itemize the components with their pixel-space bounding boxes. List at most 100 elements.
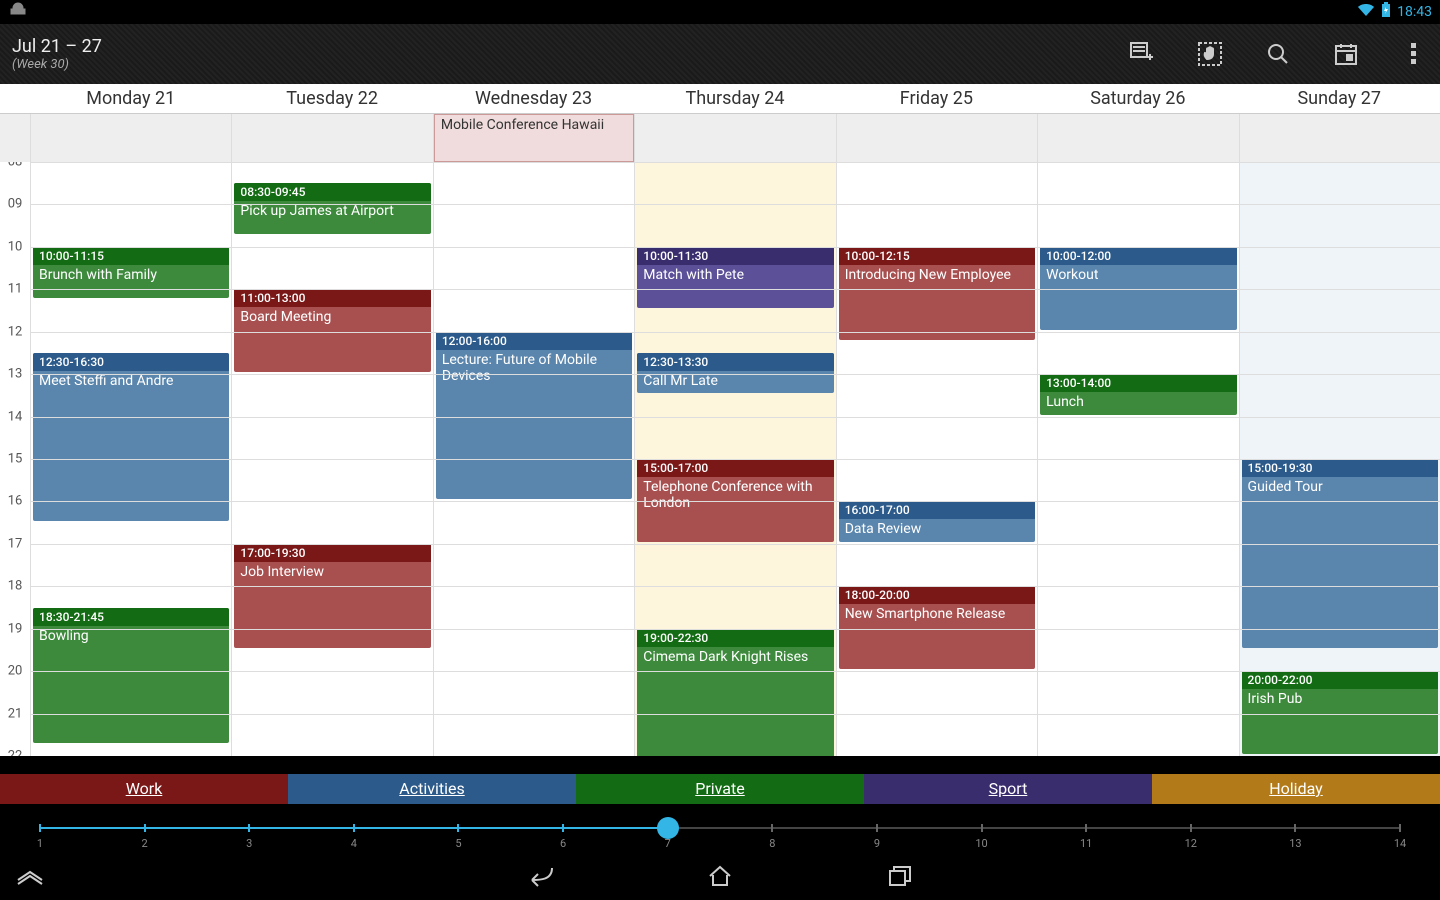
allday-cell[interactable] (231, 114, 432, 162)
category-private[interactable]: Private (576, 774, 864, 804)
hour-label: 10 (0, 239, 30, 254)
calendar-event[interactable]: 18:00-20:00New Smartphone Release (839, 586, 1035, 669)
event-title: Telephone Conference with London (643, 479, 827, 511)
day-header[interactable]: Thursday 24 (634, 84, 835, 113)
date-range-text: Jul 21 – 27 (12, 36, 102, 57)
home-button[interactable] (690, 852, 750, 900)
event-title: Data Review (845, 521, 1029, 537)
allday-cell[interactable] (634, 114, 835, 162)
calendar-event[interactable]: 10:00-11:30Match with Pete (637, 247, 833, 309)
slider-label: 9 (874, 837, 880, 850)
hour-label: 21 (0, 706, 30, 721)
allday-cell[interactable] (1037, 114, 1238, 162)
calendar-event[interactable]: 17:00-19:30 Job Interview (234, 544, 430, 648)
slider-label: 3 (246, 837, 252, 850)
allday-cell[interactable] (1239, 114, 1440, 162)
event-title: Meet Steffi and Andre (39, 373, 223, 389)
week-calendar: Monday 21Tuesday 22Wednesday 23Thursday … (0, 84, 1440, 756)
allday-event[interactable]: Mobile Conference Hawaii (434, 114, 634, 162)
event-time: 17:00-19:30 (234, 544, 430, 562)
android-robot-icon (8, 2, 28, 22)
event-time: 08:30-09:45 (234, 183, 430, 201)
calendar-event[interactable]: 12:00-16:00Lecture: Future of Mobile Dev… (436, 332, 632, 500)
calendar-event[interactable]: 10:00-12:15 Introducing New Employee (839, 247, 1035, 340)
day-headers-row: Monday 21Tuesday 22Wednesday 23Thursday … (0, 84, 1440, 114)
event-time: 15:00-17:00 (637, 459, 833, 477)
event-time: 10:00-12:15 (839, 247, 1035, 265)
event-time: 18:30-21:45 (33, 608, 229, 626)
slider-label: 10 (975, 837, 987, 850)
slider-label: 1 (37, 837, 43, 850)
calendar-event[interactable]: 08:30-09:45Pick up James at Airport (234, 183, 430, 234)
nav-drawer-icon[interactable] (0, 852, 60, 900)
overflow-menu-icon[interactable] (1400, 40, 1428, 68)
hour-label: 20 (0, 664, 30, 679)
day-header[interactable]: Monday 21 (30, 84, 231, 113)
hour-label: 15 (0, 452, 30, 467)
day-header[interactable]: Tuesday 22 (231, 84, 432, 113)
hour-label: 09 (0, 197, 30, 212)
category-holiday[interactable]: Holiday (1152, 774, 1440, 804)
event-title: Job Interview (240, 564, 424, 580)
calendar-event[interactable]: 12:30-16:30 Meet Steffi and Andre (33, 353, 229, 521)
slider-label: 12 (1185, 837, 1197, 850)
hand-pan-icon[interactable] (1196, 40, 1224, 68)
event-time: 13:00-14:00 (1040, 374, 1236, 392)
event-title: Bowling (39, 628, 223, 644)
calendar-event[interactable]: 15:00-19:30 Guided Tour (1242, 459, 1438, 648)
event-title: Guided Tour (1248, 479, 1432, 495)
category-work[interactable]: Work (0, 774, 288, 804)
android-nav-bar (0, 852, 1440, 900)
event-title: Cimema Dark Knight Rises (643, 649, 827, 665)
day-header[interactable]: Saturday 26 (1037, 84, 1238, 113)
slider-label: 8 (769, 837, 775, 850)
hour-label: 08 (0, 162, 30, 170)
date-range-selector[interactable]: Jul 21 – 27 (Week 30) (12, 36, 102, 72)
add-event-icon[interactable] (1128, 40, 1156, 68)
day-header[interactable]: Wednesday 23 (433, 84, 634, 113)
calendar-event[interactable]: 15:00-17:00 Telephone Conference with Lon… (637, 459, 833, 542)
event-time: 12:00-16:00 (436, 332, 632, 350)
wifi-icon (1357, 3, 1375, 21)
recent-apps-button[interactable] (870, 852, 930, 900)
event-title: Call Mr Late (643, 373, 827, 389)
slider-label: 5 (455, 837, 461, 850)
today-icon[interactable] (1332, 40, 1360, 68)
slider-label: 4 (351, 837, 357, 850)
event-time: 15:00-19:30 (1242, 459, 1438, 477)
calendar-event[interactable]: 20:00-22:00Irish Pub (1242, 671, 1438, 754)
calendar-event[interactable]: 12:30-13:30 Call Mr Late (637, 353, 833, 393)
event-title: Irish Pub (1248, 691, 1432, 707)
back-button[interactable] (510, 852, 570, 900)
hour-label: 16 (0, 494, 30, 509)
slider-thumb[interactable] (657, 817, 679, 839)
category-sport[interactable]: Sport (864, 774, 1152, 804)
hour-label: 19 (0, 621, 30, 636)
day-header[interactable]: Friday 25 (836, 84, 1037, 113)
calendar-event[interactable]: 13:00-14:00Lunch (1040, 374, 1236, 414)
allday-cell[interactable] (836, 114, 1037, 162)
calendar-event[interactable]: 19:00-22:30 Cimema Dark Knight Rises (637, 629, 833, 756)
hour-label: 18 (0, 579, 30, 594)
allday-cell[interactable] (30, 114, 231, 162)
event-time: 11:00-13:00 (234, 289, 430, 307)
allday-cell[interactable]: Mobile Conference Hawaii (433, 114, 634, 162)
event-title: Board Meeting (240, 309, 424, 325)
event-time: 19:00-22:30 (637, 629, 833, 647)
hour-label: 22 (0, 749, 30, 757)
category-activities[interactable]: Activities (288, 774, 576, 804)
event-title: Workout (1046, 267, 1230, 283)
calendar-event[interactable]: 10:00-12:00 Workout (1040, 247, 1236, 330)
day-header[interactable]: Sunday 27 (1239, 84, 1440, 113)
event-time: 10:00-12:00 (1040, 247, 1236, 265)
calendar-event[interactable]: 11:00-13:00 Board Meeting (234, 289, 430, 372)
days-slider[interactable]: 1234567891011121314 (0, 804, 1440, 852)
calendar-event[interactable]: 16:00-17:00Data Review (839, 501, 1035, 541)
event-title: Introducing New Employee (845, 267, 1029, 283)
category-filter-bar: WorkActivitiesPrivateSportHoliday (0, 774, 1440, 804)
search-icon[interactable] (1264, 40, 1292, 68)
hour-label: 13 (0, 367, 30, 382)
week-number-text: (Week 30) (12, 57, 102, 72)
event-time: 12:30-13:30 (637, 353, 833, 371)
event-time: 12:30-16:30 (33, 353, 229, 371)
